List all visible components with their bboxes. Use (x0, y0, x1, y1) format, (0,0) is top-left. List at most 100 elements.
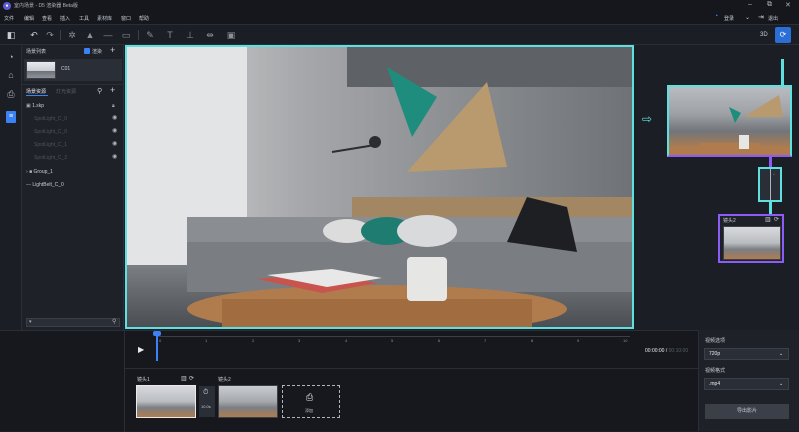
keyframe-marker[interactable]: ◦ (758, 167, 782, 202)
tree-row[interactable]: — LightBelt_C_0 (26, 180, 64, 190)
camera-path-area: ⇨ ◦ 镜头2 ▥ ⟳ (634, 45, 799, 330)
tree-row[interactable]: SpotLight_C_0 (34, 127, 67, 137)
menu-bar: 文件 编辑 查看 插入 工具 素材库 窗口 帮助 ◔ 登录 ⌄ ⇥ 退出 (0, 12, 799, 25)
spotlight-icon[interactable]: ▲ (84, 29, 96, 41)
clip2-label: 镜头2 (218, 377, 231, 383)
quality-select[interactable]: 720p ⌄ (704, 348, 789, 360)
account-icon: ◔ (714, 13, 719, 20)
video-panel-icon[interactable]: ≡ (6, 111, 16, 123)
sun-icon[interactable]: ✲ (66, 29, 78, 41)
render-viewport[interactable] (125, 45, 634, 329)
area-light-icon[interactable]: ▭ (120, 29, 132, 41)
menu-tools[interactable]: 工具 (79, 15, 89, 22)
redo-icon[interactable]: ↷ (44, 29, 56, 41)
clip1-thumbnail[interactable] (136, 385, 196, 418)
transform-icon[interactable]: ⊥ (184, 29, 196, 41)
tree-row[interactable]: SpotLight_C_2 (34, 153, 67, 163)
filter-dropdown-icon[interactable]: ▾ (29, 319, 32, 325)
camera-card-label: 镜头2 (723, 218, 736, 224)
tab-scene-assets[interactable]: 场景资源 (26, 88, 46, 95)
camera-rail-icon[interactable]: ⎙ (5, 88, 17, 100)
minimize-button[interactable]: – (748, 1, 752, 8)
camera-preview-image (699, 95, 783, 155)
eye-icon[interactable]: ◉ (112, 127, 117, 134)
refresh-icon[interactable]: ⟳ (189, 375, 194, 382)
tree-row[interactable]: SpotLight_C_1 (34, 140, 67, 150)
brush-icon[interactable]: ✎ (144, 29, 156, 41)
exit-button[interactable]: 退出 (768, 15, 778, 22)
export-video-button[interactable]: 导出影片 (705, 404, 789, 419)
locate-icon[interactable]: ⚲ (97, 87, 102, 95)
render-checkbox[interactable] (84, 48, 90, 54)
title-bar: ● 室内场景 - D5 渲染器 Beta版 – ⧉ ✕ (0, 0, 799, 12)
clip2-thumbnail[interactable] (218, 385, 278, 418)
format-label: 视频格式 (705, 368, 726, 374)
add-asset-button[interactable]: + (110, 85, 115, 95)
render-label: 渲染 (92, 49, 103, 55)
tree-row[interactable]: ▣ 1.skp 🔒︎ (26, 101, 122, 111)
close-button[interactable]: ✕ (785, 1, 791, 9)
camera-card[interactable]: 镜头2 ▥ ⟳ (718, 214, 784, 263)
chevron-down-icon: ⌄ (779, 381, 784, 387)
format-select[interactable]: .mp4 ⌄ (704, 378, 789, 390)
menu-file[interactable]: 文件 (4, 15, 14, 22)
tree-row[interactable]: › ■ Group_1 (26, 167, 53, 177)
add-scene-button[interactable]: + (110, 45, 115, 55)
layers-icon[interactable]: ▣ (225, 29, 237, 41)
menu-help[interactable]: 帮助 (139, 15, 149, 22)
expand-icon[interactable]: › (26, 169, 28, 175)
panel-toggle-icon[interactable]: ◧ (5, 29, 17, 41)
toolbar-divider (60, 30, 61, 40)
transition-duration: 10.0s (201, 404, 211, 409)
eye-icon[interactable]: ◉ (112, 140, 117, 147)
toolbar-divider (138, 30, 139, 40)
refresh-icon[interactable]: ⟳ (774, 216, 779, 223)
view-3d-button[interactable]: 3D (760, 32, 768, 38)
scene-panel: 场景列表 渲染 + C01 场景资源 灯光资源 ⚲ + ▣ 1.skp 🔒︎ S… (22, 45, 124, 330)
add-clip-button[interactable]: ⎙ 添加 (282, 385, 340, 418)
time-total: 00:10:00 (668, 348, 689, 354)
transition-block[interactable]: ⏱ 10.0s (199, 386, 215, 417)
chevron-down-icon[interactable]: ⌄ (745, 14, 750, 21)
delete-icon[interactable]: ▥ (765, 216, 771, 223)
scene-thumbnail (26, 61, 56, 79)
restore-button[interactable]: ⧉ (767, 1, 772, 9)
tab-light-assets[interactable]: 灯光资源 (56, 88, 76, 95)
text-icon[interactable]: T (164, 29, 176, 41)
scene-item[interactable]: C01 (24, 59, 122, 81)
line-light-icon[interactable]: — (102, 29, 114, 41)
file-icon: ▣ (26, 103, 31, 109)
menu-insert[interactable]: 插入 (60, 15, 70, 22)
mirror-icon[interactable]: ⇹ (204, 29, 216, 41)
menu-library[interactable]: 素材库 (97, 15, 112, 22)
toolbar: ◧ ↶ ↷ ✲ ▲ — ▭ ✎ T ⊥ ⇹ ▣ 3D ⟳ (0, 25, 799, 45)
chevron-down-icon: ⌄ (779, 351, 784, 357)
weather-icon[interactable]: ⌂ (5, 69, 17, 81)
undo-icon[interactable]: ↶ (28, 29, 40, 41)
menu-edit[interactable]: 编辑 (24, 15, 34, 22)
timeline-ruler (158, 336, 630, 337)
lock-icon[interactable]: 🔒︎ (112, 101, 115, 111)
environment-icon[interactable]: ◔ (5, 51, 17, 63)
menu-window[interactable]: 窗口 (121, 15, 131, 22)
app-logo-icon: ● (3, 2, 11, 10)
timer-icon: ⏱ (203, 389, 209, 396)
tree-row[interactable]: SpotLight_C_0 (34, 114, 67, 124)
connector-line (781, 59, 784, 87)
delete-icon[interactable]: ▥ (181, 375, 187, 382)
left-rail: ◔ ⌂ ⎙ ≡ (0, 45, 22, 330)
play-button[interactable]: ▶ (138, 345, 144, 354)
timeline-panel: ▶ 0 1 2 3 4 5 6 7 8 9 10 00:00:00 / 00:1… (0, 330, 799, 432)
asset-search-input[interactable]: ▾ ⚲ (26, 318, 120, 327)
eye-icon[interactable]: ◉ (112, 153, 117, 160)
camera-preview[interactable] (667, 85, 792, 157)
line-light-icon: — (26, 182, 31, 188)
search-icon: ⚲ (112, 319, 117, 325)
menu-view[interactable]: 查看 (42, 15, 52, 22)
time-current: 00:00:00 (645, 348, 665, 354)
sync-icon[interactable]: ⟳ (775, 27, 791, 43)
quality-label: 视频选项 (705, 338, 726, 344)
camera-card-thumbnail (723, 226, 781, 260)
account-button[interactable]: 登录 (724, 15, 734, 22)
eye-icon[interactable]: ◉ (112, 114, 117, 121)
